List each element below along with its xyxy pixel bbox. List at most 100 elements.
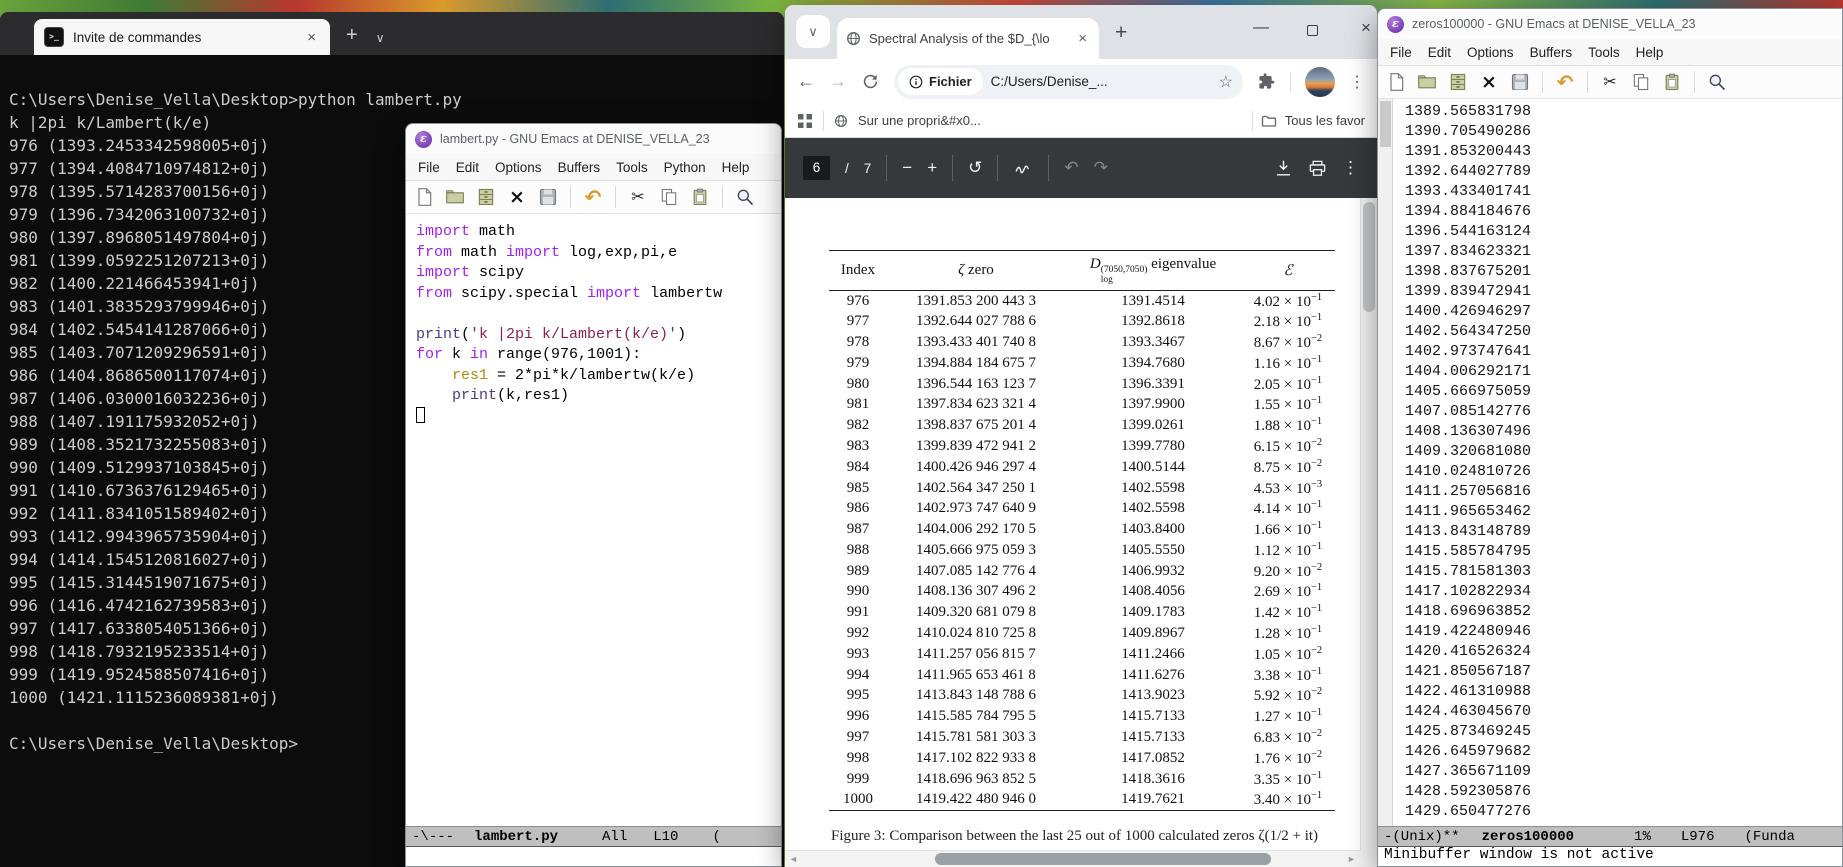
close-icon[interactable]: × [1361,18,1371,38]
browser-menu-icon[interactable]: ⋮ [1349,72,1365,92]
redo-icon[interactable]: ↷ [1094,158,1108,178]
menu-item-help[interactable]: Help [1628,45,1672,60]
browser-tab[interactable]: Spectral Analysis of the $D_{\lo × [837,18,1099,59]
pdf-page-input[interactable]: 6 [803,156,830,180]
maximize-icon[interactable] [1307,25,1318,36]
paste-icon[interactable] [688,185,712,209]
reload-icon[interactable] [861,72,880,91]
menu-item-tools[interactable]: Tools [608,160,656,175]
url-bar[interactable]: Fichier C:/Users/Denise_... ☆ [894,65,1243,99]
menu-item-python[interactable]: Python [656,160,714,175]
buffer-line: 1417.102822934 [1405,582,1842,602]
search-icon[interactable] [733,185,757,209]
browser-tabstrip[interactable]: ∨ Spectral Analysis of the $D_{\lo × + —… [785,5,1377,59]
zeros-toolbar[interactable]: × ↶ ✂ [1378,66,1842,99]
extensions-icon[interactable] [1257,72,1276,91]
pdf-menu-icon[interactable]: ⋮ [1342,158,1359,178]
search-icon[interactable] [1705,70,1729,94]
terminal-tab-bar[interactable]: >_ Invite de commandes × + ∨ [0,12,784,55]
pdf-vertical-scrollbar[interactable] [1360,198,1377,850]
col-header-eigenvalue: D(7050,7050)log eigenvalue [1065,251,1241,291]
menu-item-edit[interactable]: Edit [1420,45,1459,60]
zoom-in-button[interactable]: + [927,158,937,178]
cell-error: 6.15 × 10−2 [1241,436,1335,457]
print-icon[interactable] [1308,159,1327,178]
new-tab-button[interactable]: + [1115,21,1127,45]
emacs-lambert-titlebar[interactable]: ε lambert.py - GNU Emacs at DENISE_VELLA… [406,124,781,154]
all-bookmarks-label[interactable]: Tous les favor [1285,113,1365,128]
undo-icon[interactable]: ↶ [1553,70,1577,94]
cut-icon[interactable]: ✂ [626,185,650,209]
pdf-horizontal-scrollbar[interactable]: ◄ ► [785,850,1360,867]
rotate-icon[interactable]: ↺ [968,158,982,178]
save-icon[interactable] [1508,70,1532,94]
table-row: 9811397.834 623 321 41397.99001.55 × 10−… [829,394,1335,415]
cell-zeta-zero: 1418.696 963 852 5 [887,769,1065,790]
lambert-menubar[interactable]: FileEditOptionsBuffersToolsPythonHelp [406,154,781,181]
download-icon[interactable] [1274,159,1293,178]
new-file-icon[interactable] [1384,70,1408,94]
lambert-code[interactable]: import mathfrom math import log,exp,pi,e… [406,214,781,826]
profile-avatar[interactable] [1305,67,1335,97]
dired-icon[interactable] [1446,70,1470,94]
tab-close-icon[interactable]: × [303,29,320,46]
menu-item-options[interactable]: Options [1459,45,1522,60]
terminal-tab[interactable]: >_ Invite de commandes × [34,19,330,55]
menu-item-file[interactable]: File [410,160,448,175]
close-buffer-icon[interactable]: × [1477,70,1501,94]
forward-icon[interactable]: → [829,71,847,92]
undo-icon[interactable]: ↶ [581,185,605,209]
bookmark-item[interactable]: Sur une propri&#x0... [858,113,981,128]
minimize-icon[interactable]: — [1253,19,1269,37]
bookmarks-divider [823,111,824,131]
lambert-toolbar[interactable]: × ↶ ✂ [406,181,781,214]
code-token [416,387,452,404]
dired-icon[interactable] [474,185,498,209]
copy-icon[interactable] [1629,70,1653,94]
chevron-down-icon[interactable]: ∨ [376,31,385,45]
zeros-menubar[interactable]: FileEditOptionsBuffersToolsHelp [1378,39,1842,66]
menu-item-tools[interactable]: Tools [1580,45,1628,60]
open-folder-icon[interactable] [443,185,467,209]
menu-item-edit[interactable]: Edit [448,160,487,175]
annotate-pen-icon[interactable] [1013,158,1033,178]
zeros-buffer-text[interactable]: 1389.5658317981390.7054902861391.8532004… [1393,99,1842,826]
apps-grid-icon[interactable] [797,113,813,129]
buffer-line: 1410.024810726 [1405,462,1842,482]
save-icon[interactable] [536,185,560,209]
cut-icon[interactable]: ✂ [1598,70,1622,94]
new-tab-button[interactable]: + [346,24,358,47]
open-folder-icon[interactable] [1415,70,1439,94]
copy-icon[interactable] [657,185,681,209]
new-file-icon[interactable] [412,185,436,209]
close-buffer-icon[interactable]: × [505,185,529,209]
bookmark-star-icon[interactable]: ☆ [1219,72,1233,92]
tab-search-chevron-icon[interactable]: ∨ [796,15,830,48]
url-scheme-chip[interactable]: Fichier [898,68,983,95]
undo-icon[interactable]: ↶ [1064,158,1078,178]
scroll-right-icon[interactable]: ► [1343,854,1360,864]
back-icon[interactable]: ← [797,71,815,92]
menu-item-buffers[interactable]: Buffers [1522,45,1581,60]
browser-tab-title: Spectral Analysis of the $D_{\lo [869,31,1075,46]
menu-item-help[interactable]: Help [714,160,758,175]
cell-error: 1.12 × 10−1 [1241,540,1335,561]
cell-zeta-zero: 1407.085 142 776 4 [887,561,1065,582]
buffer-line: 1419.422480946 [1405,622,1842,642]
pdf-table-body: 9761391.853 200 443 31391.45144.02 × 10−… [829,290,1335,810]
zoom-out-button[interactable]: − [902,158,912,178]
emacs-zeros-titlebar[interactable]: ε zeros100000 - GNU Emacs at DENISE_VELL… [1378,9,1842,39]
menu-item-buffers[interactable]: Buffers [550,160,609,175]
cell-zeta-zero: 1397.834 623 321 4 [887,394,1065,415]
scrollbar-thumb[interactable] [1363,202,1375,312]
zeros-scrollbar[interactable] [1378,99,1393,826]
scroll-left-icon[interactable]: ◄ [785,854,802,864]
cell-index: 976 [829,290,887,311]
menu-item-file[interactable]: File [1382,45,1420,60]
tab-close-icon[interactable]: × [1075,30,1090,47]
cell-eigenvalue: 1406.9932 [1065,561,1241,582]
scrollbar-thumb[interactable] [1380,101,1391,147]
menu-item-options[interactable]: Options [487,160,550,175]
paste-icon[interactable] [1660,70,1684,94]
scrollbar-thumb[interactable] [935,853,1271,865]
